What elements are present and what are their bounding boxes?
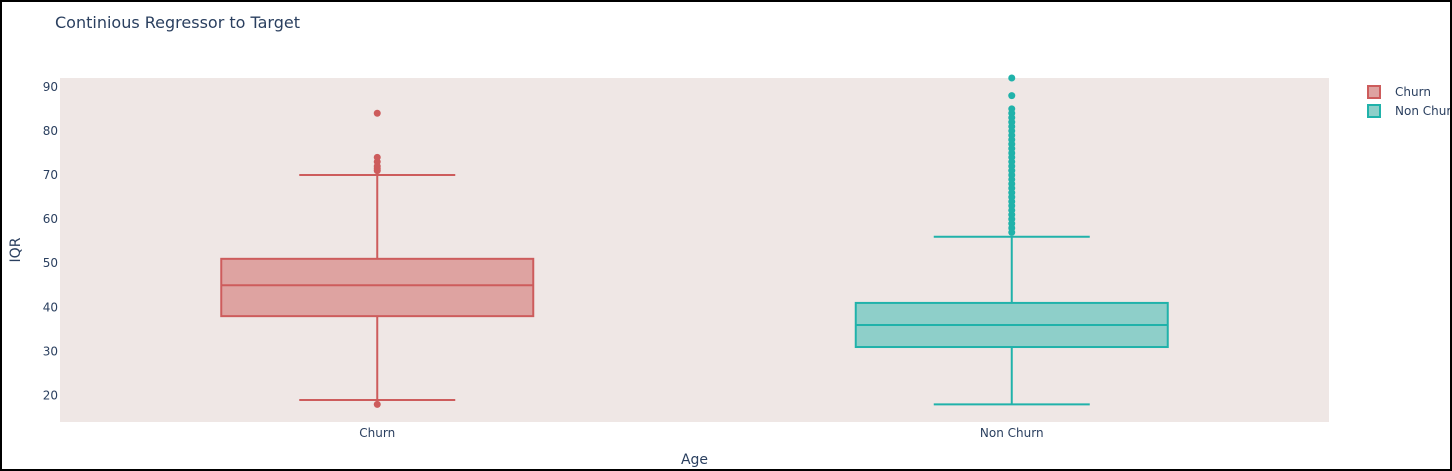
outlier-point [1008, 92, 1016, 100]
y-axis-title: IQR [8, 237, 24, 262]
y-tick-label: 40 [43, 300, 58, 314]
y-tick-label: 80 [43, 124, 58, 138]
x-axis-title: Age [681, 452, 708, 468]
legend-swatch [1367, 85, 1381, 99]
y-tick-label: 90 [43, 80, 58, 94]
y-tick-label: 70 [43, 168, 58, 182]
legend-label: Non Churn [1395, 104, 1450, 118]
y-tick-label: 30 [43, 344, 58, 358]
iqr-box [220, 257, 535, 318]
chart-frame: Continious Regressor to Target 20 30 40 50 6… [0, 0, 1452, 471]
box-plot-chart: 20 30 40 50 60 70 80 90 Churn Non Churn Age IQR Chur… [8, 74, 1450, 468]
x-tick-label: Churn [359, 426, 395, 440]
y-tick-label: 60 [43, 212, 58, 226]
outlier-point [1008, 228, 1016, 236]
plot-background [60, 78, 1329, 422]
x-tick-label: Non Churn [980, 426, 1044, 440]
y-tick-label: 20 [43, 389, 58, 403]
y-tick-label: 50 [43, 256, 58, 270]
legend-swatch [1367, 104, 1381, 118]
outlier-point [1008, 74, 1016, 82]
outlier-point [373, 109, 381, 117]
legend-label: Churn [1395, 85, 1431, 99]
outlier-point [373, 167, 381, 175]
outlier-point [373, 400, 381, 408]
